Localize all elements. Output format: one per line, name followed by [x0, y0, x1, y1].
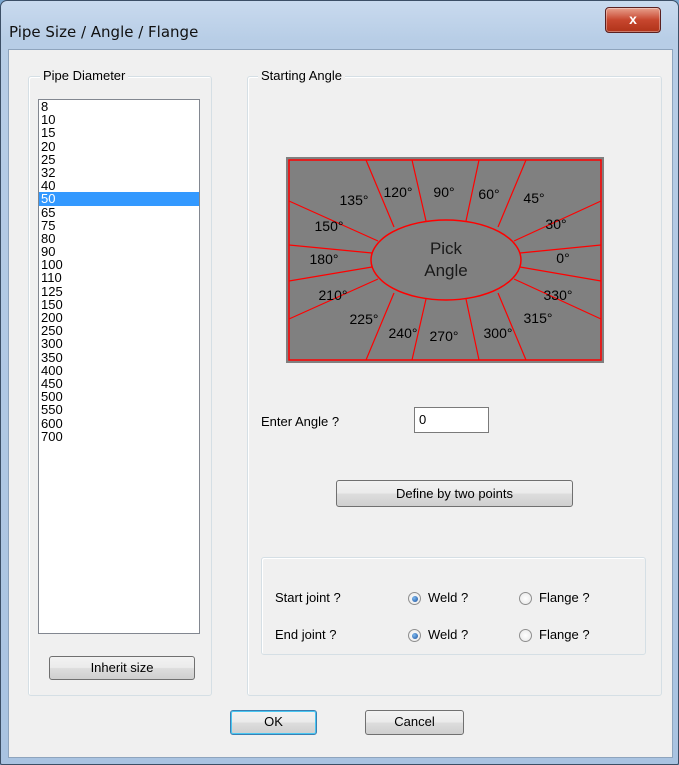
angle-option[interactable]: 180°: [310, 251, 339, 267]
picker-center-ellipse[interactable]: [370, 219, 522, 301]
pipe-diameter-item[interactable]: 10: [39, 113, 199, 126]
end-flange-radio[interactable]: [519, 629, 532, 642]
angle-option[interactable]: 120°: [384, 184, 413, 200]
angle-option[interactable]: 45°: [523, 190, 544, 206]
enter-angle-input[interactable]: 0: [414, 407, 489, 433]
pipe-diameter-item[interactable]: 8: [39, 100, 199, 113]
angle-option[interactable]: 225°: [350, 311, 379, 327]
pipe-diameter-item[interactable]: 80: [39, 232, 199, 245]
pipe-diameter-item[interactable]: 50: [39, 192, 199, 206]
pipe-diameter-item[interactable]: 550: [39, 403, 199, 416]
dialog-window: Pipe Size / Angle / Flange x Pipe Diamet…: [0, 0, 679, 765]
end-weld-label[interactable]: Weld ?: [428, 627, 468, 642]
window-title: Pipe Size / Angle / Flange: [9, 23, 199, 41]
angle-option[interactable]: 90°: [433, 184, 454, 200]
title-bar[interactable]: Pipe Size / Angle / Flange x: [1, 1, 678, 47]
start-flange-label[interactable]: Flange ?: [539, 590, 590, 605]
angle-option[interactable]: 300°: [484, 325, 513, 341]
pipe-diameter-item[interactable]: 32: [39, 166, 199, 179]
pipe-diameter-item[interactable]: 350: [39, 350, 199, 364]
angle-option[interactable]: 30°: [545, 216, 566, 232]
pipe-diameter-item[interactable]: 600: [39, 416, 199, 430]
ok-button[interactable]: OK: [230, 710, 317, 735]
pipe-diameter-item[interactable]: 15: [39, 126, 199, 139]
pipe-diameter-item[interactable]: 25: [39, 153, 199, 166]
start-weld-label[interactable]: Weld ?: [428, 590, 468, 605]
angle-option[interactable]: 210°: [319, 287, 348, 303]
starting-angle-legend: Starting Angle: [258, 69, 345, 83]
pipe-diameter-item[interactable]: 40: [39, 179, 199, 192]
pipe-diameter-item[interactable]: 75: [39, 219, 199, 232]
pipe-diameter-item[interactable]: 450: [39, 377, 199, 390]
angle-option[interactable]: 0°: [556, 250, 569, 266]
pipe-diameter-item[interactable]: 90: [39, 245, 199, 258]
angle-text: Angle: [424, 261, 467, 280]
pipe-diameter-item[interactable]: 100: [39, 258, 199, 271]
angle-option[interactable]: 315°: [524, 310, 553, 326]
pipe-diameter-item[interactable]: 150: [39, 298, 199, 311]
pipe-diameter-item[interactable]: 65: [39, 205, 199, 219]
pipe-diameter-item[interactable]: 110: [39, 271, 199, 284]
pipe-diameter-item[interactable]: 125: [39, 285, 199, 298]
angle-option[interactable]: 150°: [315, 218, 344, 234]
pipe-diameter-item[interactable]: 700: [39, 430, 199, 443]
pipe-diameter-item[interactable]: 250: [39, 324, 199, 337]
inherit-size-button[interactable]: Inherit size: [49, 656, 195, 680]
pipe-diameter-legend: Pipe Diameter: [40, 69, 129, 83]
angle-picker[interactable]: Pick Angle 90° 60° 45°30° 0° 330° 315° 300° 270…: [286, 157, 604, 363]
start-weld-radio[interactable]: [408, 592, 421, 605]
start-joint-label: Start joint ?: [275, 590, 341, 605]
pipe-diameter-item[interactable]: 200: [39, 311, 199, 324]
pipe-diameter-list[interactable]: 8 10 15 20 25 32 40 50 65 75 80 90 100 110 125 150 200 25…: [38, 99, 200, 634]
angle-option[interactable]: 270°: [430, 328, 459, 344]
define-by-two-points-button[interactable]: Define by two points: [336, 480, 573, 507]
angle-option[interactable]: 330°: [544, 287, 573, 303]
close-button[interactable]: x: [605, 7, 661, 33]
end-weld-radio[interactable]: [408, 629, 421, 642]
end-flange-label[interactable]: Flange ?: [539, 627, 590, 642]
start-flange-radio[interactable]: [519, 592, 532, 605]
angle-option[interactable]: 60°: [478, 186, 499, 202]
cancel-button[interactable]: Cancel: [365, 710, 464, 735]
pipe-diameter-item[interactable]: 400: [39, 364, 199, 377]
angle-option[interactable]: 135°: [340, 192, 369, 208]
pick-text: Pick: [430, 239, 463, 258]
dialog-client: Pipe Diameter 8 10 15 20 25 32 40 50 65 75 80 90 100…: [8, 49, 673, 758]
enter-angle-label: Enter Angle ?: [261, 414, 340, 429]
angle-option[interactable]: 240°: [389, 325, 418, 341]
pipe-diameter-item[interactable]: 20: [39, 139, 199, 153]
pipe-diameter-item[interactable]: 300: [39, 337, 199, 350]
pipe-diameter-item[interactable]: 500: [39, 390, 199, 403]
end-joint-label: End joint ?: [275, 627, 337, 642]
